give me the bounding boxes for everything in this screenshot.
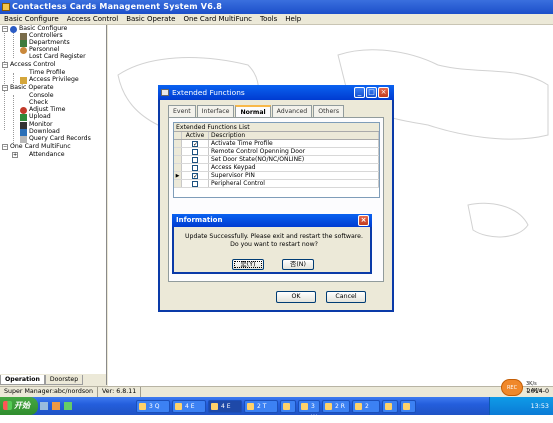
dialog-title-bar[interactable]: Extended Functions _ □ × — [158, 85, 394, 100]
tree-line — [13, 73, 14, 83]
tab-doorstep[interactable]: Doorstep — [44, 375, 84, 385]
extended-functions-dialog: Extended Functions _ □ × Event Interface… — [158, 85, 394, 312]
checkbox[interactable] — [192, 156, 198, 163]
taskbar-item[interactable]: 3 Q — [136, 399, 170, 413]
menu-bar: Basic Configure Access Control Basic Ope… — [0, 14, 553, 25]
close-button[interactable]: × — [378, 87, 389, 98]
table-row[interactable]: Set Door State(NO/NC/ONLINE) — [174, 156, 379, 164]
system-tray: 13:53 — [489, 397, 553, 415]
tab-event[interactable]: Event — [168, 105, 196, 117]
app-title: Contactless Cards Management System V6.8 — [12, 2, 222, 11]
checkbox[interactable] — [192, 148, 198, 155]
col-active[interactable]: Active — [182, 132, 209, 139]
checkbox-checked[interactable]: ✓ — [192, 172, 198, 179]
table-row[interactable]: Remote Control Openning Door — [174, 148, 379, 156]
info-close-button[interactable]: × — [358, 215, 369, 226]
info-message: Update Successfully. Please exit and res… — [178, 233, 370, 249]
tree-group-access-control[interactable]: − Access Control — [2, 61, 56, 69]
taskbar: 开始 3 Q 4 E 4 E 2 T 3 W 2 R 2 13:53 — [0, 397, 553, 421]
information-dialog: Information × Update Successfully. Pleas… — [172, 214, 372, 274]
quick-launch — [38, 402, 134, 410]
taskbar-item[interactable]: 2 — [352, 399, 380, 413]
tree-item-lost-card[interactable]: Lost Card Register — [20, 53, 86, 61]
status-version: Ver: 6.8.11 — [98, 387, 142, 397]
tree-item-upload[interactable]: Upload — [20, 113, 51, 121]
tab-normal[interactable]: Normal — [235, 105, 271, 117]
taskbar-item[interactable]: 4 E — [208, 399, 242, 413]
left-tabs: Operation Doorstep — [0, 374, 107, 385]
taskbar-item[interactable] — [382, 399, 398, 413]
taskbar-item[interactable] — [400, 399, 416, 413]
functions-grid: Extended Functions List Active Descripti… — [173, 122, 380, 198]
tab-interface[interactable]: Interface — [196, 105, 235, 117]
tree-group-one-card[interactable]: − One Card MultiFunc — [2, 143, 71, 151]
clock[interactable]: 13:53 — [531, 402, 549, 410]
dialog-icon — [161, 89, 169, 96]
tree-line — [4, 30, 5, 130]
records-icon — [20, 135, 27, 143]
checkbox-checked[interactable]: ✓ — [192, 140, 198, 147]
menu-one-card[interactable]: One Card MultiFunc — [179, 14, 256, 25]
table-row[interactable]: ✓ Activate Time Profile — [174, 140, 379, 148]
tab-advanced[interactable]: Advanced — [271, 105, 313, 117]
app-title-bar[interactable]: Contactless Cards Management System V6.8 — [0, 0, 553, 14]
key-icon — [20, 76, 27, 84]
menu-tools[interactable]: Tools — [256, 14, 281, 25]
attendance-icon — [20, 152, 27, 159]
table-row[interactable]: Access Keypad — [174, 164, 379, 172]
maximize-button[interactable]: □ — [366, 87, 377, 98]
checkbox[interactable] — [192, 164, 198, 171]
quicklaunch-icon[interactable] — [64, 402, 72, 410]
tab-others[interactable]: Others — [313, 105, 345, 117]
dialog-tabs: Event Interface Normal Advanced Others — [168, 105, 345, 117]
menu-help[interactable]: Help — [281, 14, 305, 25]
ok-button[interactable]: OK — [276, 291, 316, 303]
checkbox[interactable] — [192, 180, 198, 187]
row-pointer-icon: ▶ — [174, 172, 182, 179]
menu-access-control[interactable]: Access Control — [63, 14, 123, 25]
status-user: Super Manager:abc/nordson — [0, 387, 98, 397]
status-bar: Super Manager:abc/nordson Ver: 6.8.11 20… — [0, 386, 553, 397]
card-icon — [20, 54, 27, 61]
info-message-line1: Update Successfully. Please exit and res… — [185, 233, 363, 240]
yes-button[interactable]: 是(Y) — [232, 259, 264, 270]
app-icon — [2, 3, 10, 11]
taskbar-item[interactable] — [280, 399, 296, 413]
tree-item-attendance[interactable]: + Attendance — [12, 151, 65, 159]
grid-header: Active Description — [174, 132, 379, 140]
taskbar-item[interactable]: 2 T — [244, 399, 278, 413]
start-button[interactable]: 开始 — [0, 397, 38, 415]
tree-line — [13, 33, 14, 58]
info-icon — [10, 25, 17, 33]
dialog-title: Extended Functions — [172, 88, 245, 97]
col-description[interactable]: Description — [209, 132, 379, 139]
net-speed: 3K/s 1.4K/s — [526, 381, 542, 394]
info-message-line2: Do you want to restart now? — [230, 241, 318, 248]
no-button[interactable]: 否(N) — [282, 259, 314, 270]
table-row[interactable]: Peripheral Control — [174, 180, 379, 188]
taskbar-item[interactable]: 3 W — [298, 399, 320, 421]
menu-basic-configure[interactable]: Basic Configure — [0, 14, 63, 25]
taskbar-item[interactable]: 2 R — [322, 399, 350, 413]
upload-icon — [20, 113, 27, 121]
info-title-bar[interactable]: Information × — [172, 214, 372, 227]
recorder-widget[interactable]: REC — [501, 379, 523, 396]
nav-tree: − Basic Configure Controllers Departments… — [0, 25, 107, 374]
taskbar-item[interactable]: 4 E — [172, 399, 206, 413]
tree-item-access-privilege[interactable]: Access Privilege — [20, 76, 79, 84]
quicklaunch-icon[interactable] — [40, 402, 48, 410]
menu-basic-operate[interactable]: Basic Operate — [122, 14, 179, 25]
info-title: Information — [176, 216, 223, 224]
cancel-button[interactable]: Cancel — [326, 291, 366, 303]
grid-title: Extended Functions List — [174, 123, 379, 132]
tree-group-basic-operate[interactable]: − Basic Operate — [2, 84, 54, 92]
table-row[interactable]: ▶ ✓ Supervisor PIN — [174, 172, 379, 180]
tab-operation[interactable]: Operation — [0, 375, 45, 385]
tree-line — [13, 95, 14, 145]
tree-item-query-card-records[interactable]: Query Card Records — [20, 135, 91, 143]
quicklaunch-icon[interactable] — [52, 402, 60, 410]
minimize-button[interactable]: _ — [354, 87, 365, 98]
